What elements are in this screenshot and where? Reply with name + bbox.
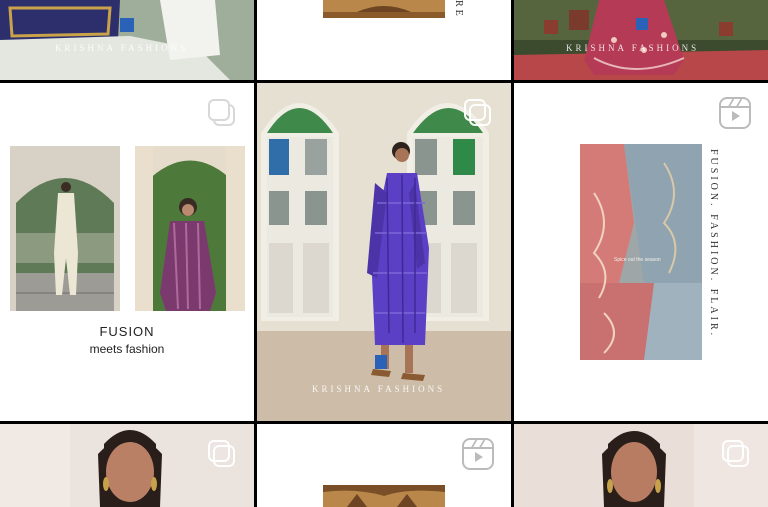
vertical-tagline: FUSION. FASHION. FLAIR. [708, 149, 719, 339]
reels-icon [719, 97, 751, 129]
watermark: KRISHNA FASHIONS [312, 384, 446, 394]
carousel-icon [720, 438, 752, 470]
post-tile-reel-textile[interactable] [257, 424, 511, 507]
post-image-textile-banner [257, 0, 511, 80]
profile-post-grid: KRISHNA FASHIONS RE KRISHNA FASHIONS FUS… [0, 0, 768, 507]
post-tile-fusion-meets-fashion[interactable]: FUSION meets fashion [0, 83, 254, 421]
post-tile-textile-banner[interactable]: RE [257, 0, 511, 80]
watermark: KRISHNA FASHIONS [55, 43, 189, 53]
carousel-icon [462, 97, 494, 129]
post-tile-purple-kurta[interactable]: KRISHNA FASHIONS [257, 83, 511, 421]
vertical-caption: RE [453, 0, 464, 19]
post-image-embroidered-lehenga [0, 0, 254, 80]
post-image-pink-lehenga [514, 0, 768, 80]
post-tile-embroidered-lehenga[interactable]: KRISHNA FASHIONS [0, 0, 254, 80]
reels-icon [462, 438, 494, 470]
post-tile-model-portrait-1[interactable] [0, 424, 254, 507]
post-tile-model-portrait-2[interactable] [514, 424, 768, 507]
post-tile-pink-lehenga[interactable]: KRISHNA FASHIONS [514, 0, 768, 80]
post-image-purple-kurta [257, 83, 511, 421]
fabric-label: Spice out the season [614, 257, 661, 263]
watermark: KRISHNA FASHIONS [566, 43, 700, 53]
post-tile-fusion-fashion-flair[interactable]: Spice out the season FUSION. FASHION. FL… [514, 83, 768, 421]
post-title: FUSION [99, 324, 155, 339]
post-image-fusion-collage [0, 83, 254, 421]
post-image-fabric-swatches [514, 83, 768, 421]
carousel-icon [206, 438, 238, 470]
post-subtitle: meets fashion [89, 342, 165, 356]
carousel-icon [206, 97, 238, 129]
